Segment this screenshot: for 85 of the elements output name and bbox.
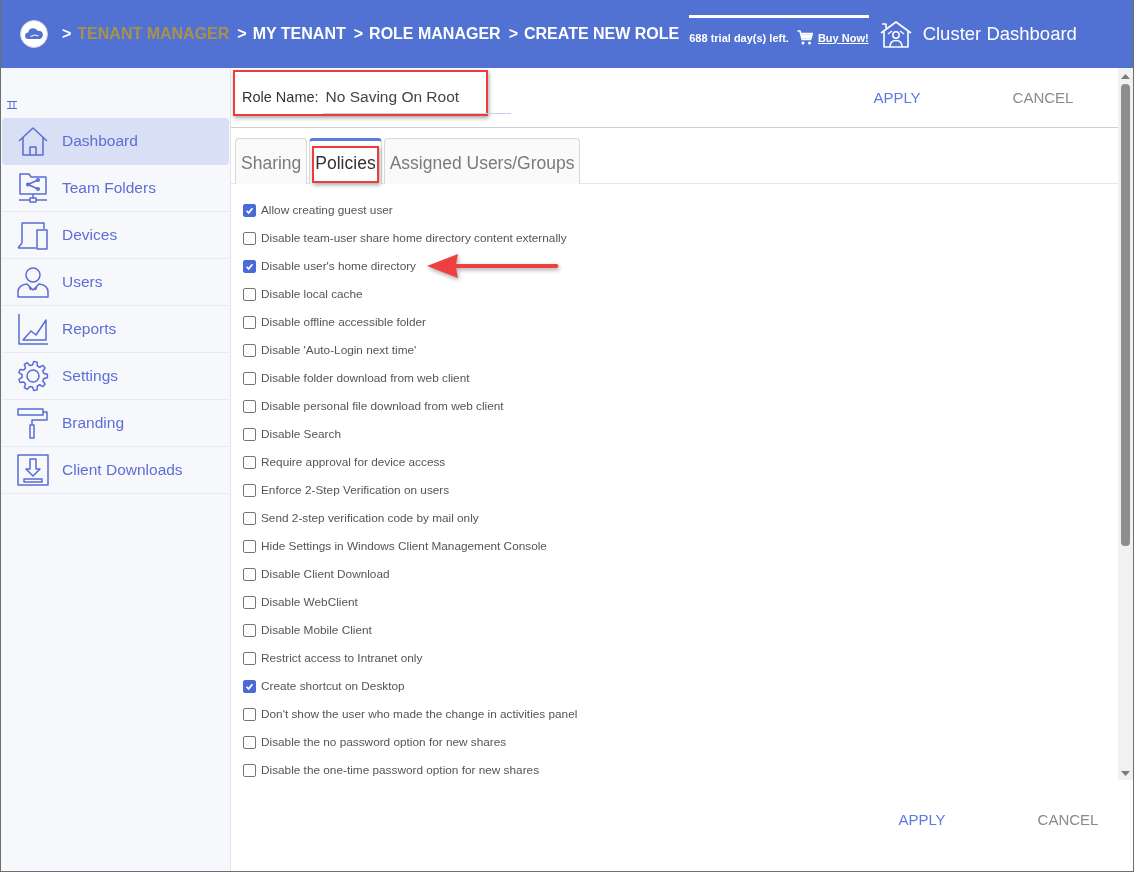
- buy-now-link[interactable]: Buy Now!: [817, 31, 869, 44]
- paint-roller-icon: [17, 407, 49, 439]
- checkbox-label: Hide Settings in Windows Client Management Console: [261, 539, 547, 553]
- tab[interactable]: Policies: [309, 138, 382, 184]
- cluster-dashboard-link[interactable]: Cluster Dashboard: [922, 23, 1077, 45]
- checkbox[interactable]: [243, 343, 256, 357]
- download-icon: [17, 454, 49, 486]
- checkbox-label: Enforce 2-Step Verification on users: [261, 483, 450, 497]
- checkbox[interactable]: [243, 371, 256, 385]
- cancel-button[interactable]: CANCEL: [983, 79, 1103, 116]
- checkbox-label: Require approval for device access: [261, 455, 446, 469]
- checkbox-label: Disable local cache: [261, 287, 363, 301]
- cancel-button[interactable]: CANCEL: [1008, 801, 1128, 837]
- checkbox[interactable]: [243, 595, 256, 609]
- checkbox-label: Disable team-user share home directory content externally: [261, 231, 567, 245]
- user-icon: [17, 266, 49, 298]
- checkbox[interactable]: [243, 399, 256, 413]
- checkbox-label: Disable Client Download: [261, 567, 390, 581]
- house-people-icon[interactable]: [878, 20, 913, 48]
- scrollbar-thumb[interactable]: [1121, 84, 1130, 546]
- gear-icon: [17, 360, 49, 392]
- breadcrumb-separator: >: [237, 25, 247, 43]
- sidebar-item[interactable]: Users: [2, 259, 229, 306]
- checkbox[interactable]: [243, 315, 256, 329]
- checkbox-label: Disable Search: [261, 427, 341, 441]
- checkbox-label: Disable offline accessible folder: [261, 315, 427, 329]
- checkbox-label: Disable folder download from web client: [261, 371, 470, 385]
- checkbox-label: Disable user's home directory: [261, 259, 417, 273]
- field-label: Role Name:: [242, 88, 319, 105]
- checkbox[interactable]: [243, 231, 256, 245]
- breadcrumb-link[interactable]: ROLE MANAGER: [369, 25, 501, 43]
- checkbox[interactable]: [243, 567, 256, 581]
- checkbox[interactable]: [243, 623, 256, 637]
- checkbox[interactable]: [243, 763, 256, 777]
- breadcrumb-separator: >: [508, 25, 518, 43]
- apply-button[interactable]: APPLY: [837, 79, 957, 116]
- checkbox[interactable]: [243, 455, 256, 469]
- sidebar-toggle-icon[interactable]: [7, 101, 17, 109]
- sidebar-item[interactable]: Dashboard: [2, 118, 229, 165]
- cart-icon: [796, 30, 813, 45]
- sidebar-item[interactable]: Settings: [2, 353, 229, 400]
- checkbox[interactable]: [243, 707, 256, 721]
- scroll-up-icon[interactable]: [1121, 74, 1130, 79]
- tab[interactable]: Sharing: [235, 138, 308, 184]
- sidebar-item[interactable]: Reports: [2, 306, 229, 353]
- breadcrumb-link[interactable]: MY TENANT: [252, 25, 346, 43]
- trial-notice: 688 trial day(s) left.: [689, 31, 789, 44]
- checkbox[interactable]: [243, 679, 256, 693]
- house-icon: [17, 125, 49, 157]
- checkbox[interactable]: [243, 539, 256, 553]
- checkbox[interactable]: [243, 287, 256, 301]
- checkbox[interactable]: [243, 203, 256, 217]
- checkbox[interactable]: [243, 511, 256, 525]
- checkbox-label: Disable the one-time password option for new shares: [261, 763, 540, 777]
- breadcrumb-separator: >: [353, 25, 364, 43]
- checkbox-label: Disable WebClient: [261, 595, 358, 609]
- checkbox[interactable]: [243, 735, 256, 749]
- tab[interactable]: Assigned Users/Groups: [383, 138, 581, 184]
- breadcrumb-separator: >: [62, 25, 72, 43]
- checkbox[interactable]: [243, 259, 256, 273]
- checkbox-label: Allow creating guest user: [261, 203, 393, 217]
- sidebar-item[interactable]: Devices: [2, 212, 229, 259]
- checkbox-label: Disable the no password option for new shares: [261, 735, 507, 749]
- scrollbar[interactable]: [1118, 68, 1133, 780]
- sidebar-item[interactable]: Branding: [2, 400, 229, 447]
- checkbox-label: Disable Mobile Client: [261, 623, 372, 637]
- breadcrumb-link[interactable]: CREATE NEW ROLE: [524, 25, 680, 43]
- sidebar-item[interactable]: Team Folders: [2, 165, 229, 212]
- checkbox[interactable]: [243, 483, 256, 497]
- role-name-field[interactable]: No Saving On Root: [322, 85, 511, 114]
- cloud-logo-icon[interactable]: [20, 20, 48, 48]
- checkbox-label: Restrict access to Intranet only: [261, 651, 423, 665]
- laptop-phone-icon: [17, 219, 49, 251]
- checkbox-label: Disable 'Auto-Login next time': [261, 343, 417, 357]
- checkbox-label: Disable personal file download from web client: [261, 399, 504, 413]
- checkbox[interactable]: [243, 427, 256, 441]
- shared-folder-icon: [17, 172, 49, 204]
- checkbox-label: Create shortcut on Desktop: [261, 679, 405, 693]
- line-chart-icon: [17, 313, 49, 345]
- apply-button[interactable]: APPLY: [862, 801, 982, 837]
- sidebar-item[interactable]: Client Downloads: [2, 447, 229, 494]
- checkbox[interactable]: [243, 651, 256, 665]
- checkbox-label: Send 2-step verification code by mail only: [261, 511, 479, 525]
- scroll-down-icon[interactable]: [1121, 771, 1130, 776]
- checkbox-label: Don't show the user who made the change in activities panel: [261, 707, 578, 721]
